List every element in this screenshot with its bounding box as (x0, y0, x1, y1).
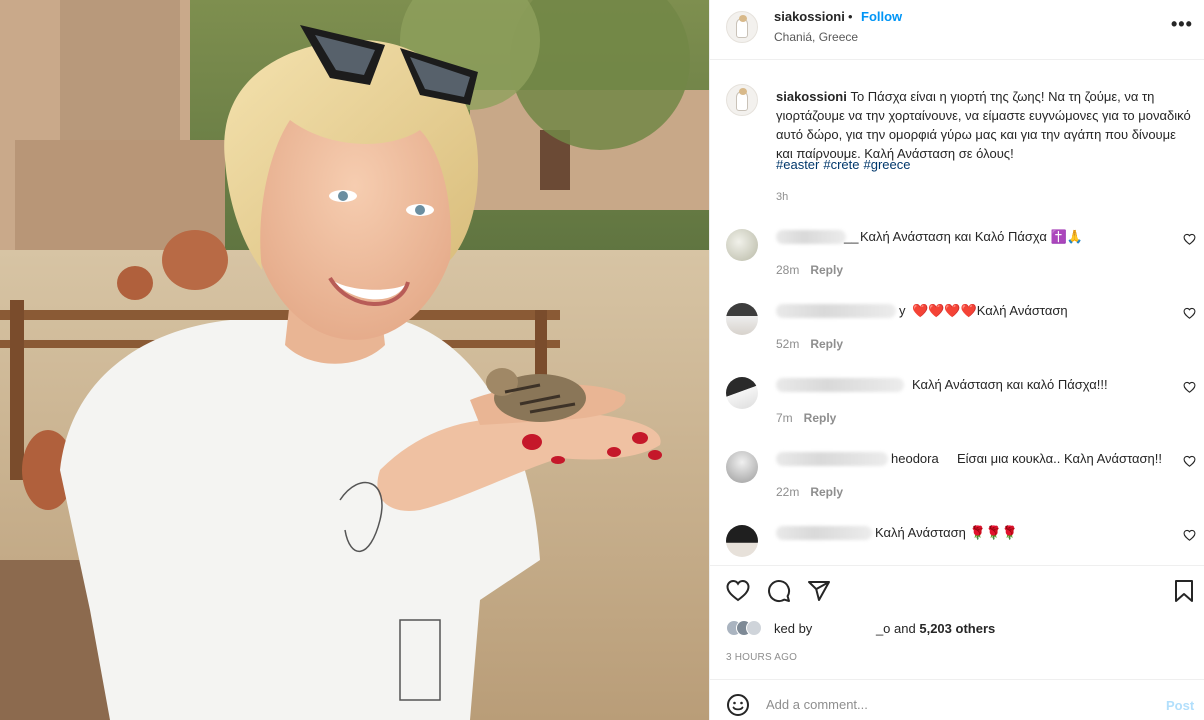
comment-item: Καλή Ανάσταση και καλό Πάσχα!!! 7m Reply (726, 377, 1196, 437)
comment-time[interactable]: 28m (776, 263, 799, 277)
likes-count[interactable]: 5,203 others (919, 621, 995, 636)
like-comment-heart-icon[interactable] (1183, 455, 1196, 467)
comment-text: Καλή Ανάσταση και καλό Πάσχα!!! (912, 377, 1108, 392)
emoji-smiley-icon[interactable] (726, 693, 750, 717)
post-comment-button[interactable]: Post (1166, 698, 1194, 713)
commenter-avatar[interactable] (726, 303, 758, 335)
comment-time[interactable]: 7m (776, 411, 793, 425)
post-image (0, 0, 709, 720)
liked-by-fragment: ked by (774, 621, 813, 636)
post-caption: siakossioni Το Πάσχα είναι η γιορτή της … (776, 87, 1196, 163)
comment-meta: 28m Reply (776, 263, 843, 277)
commenter-avatar[interactable] (726, 525, 758, 557)
add-comment-bar: Post (710, 684, 1204, 720)
comment-time[interactable]: 22m (776, 485, 799, 499)
posted-time[interactable]: 3 HOURS AGO (726, 652, 797, 663)
hashtags: #easter #crete #greece (776, 157, 915, 172)
separator-dot: • (848, 9, 853, 24)
commenter-avatar[interactable] (726, 229, 758, 261)
caption-time[interactable]: 3h (776, 191, 788, 203)
hashtag-easter[interactable]: #easter (776, 157, 819, 172)
hashtag-greece[interactable]: #greece (864, 157, 911, 172)
divider (710, 59, 1204, 60)
blurred-username (776, 526, 872, 540)
caption-username[interactable]: siakossioni (776, 89, 847, 104)
blurred-username (776, 452, 888, 466)
comment-item: __ Καλή Ανάσταση και Καλό Πάσχα ✝️🙏 28m R… (726, 229, 1196, 289)
post-header: siakossioni • Follow Chaniá, Greece ••• (710, 0, 1204, 59)
comment-item: Καλή Ανάσταση 🌹🌹🌹 (726, 525, 1196, 557)
blurred-username (776, 304, 896, 318)
blurred-username (776, 378, 904, 392)
like-comment-heart-icon[interactable] (1183, 233, 1196, 245)
commenter-username-fragment[interactable]: heodora (891, 451, 939, 466)
reply-button[interactable]: Reply (810, 485, 843, 499)
comment-text: Καλή Ανάσταση και Καλό Πάσχα ✝️🙏 (860, 229, 1083, 244)
hashtag-crete[interactable]: #crete (823, 157, 859, 172)
comment-text: ❤️❤️❤️❤️Καλή Ανάσταση (912, 303, 1068, 318)
post-detail-panel: siakossioni • Follow Chaniá, Greece ••• … (709, 0, 1204, 720)
commenter-username-fragment[interactable]: __ (844, 229, 858, 244)
likes-text: ked by _o and 5,203 others (774, 621, 995, 636)
comment-text: Είσαι μια κουκλα.. Καλη Ανάσταση!! (957, 451, 1163, 466)
author-username[interactable]: siakossioni (774, 9, 845, 24)
like-comment-heart-icon[interactable] (1183, 307, 1196, 319)
author-avatar[interactable] (726, 11, 758, 43)
reply-button[interactable]: Reply (804, 411, 837, 425)
commenter-avatar[interactable] (726, 451, 758, 483)
follow-button[interactable]: Follow (861, 9, 902, 24)
more-options-icon[interactable]: ••• (1171, 14, 1193, 35)
blurred-username (776, 230, 846, 244)
divider (710, 679, 1204, 680)
action-bar (710, 566, 1204, 614)
comment-item: heodora Είσαι μια κουκλα.. Καλη Ανάσταση… (726, 451, 1196, 511)
reply-button[interactable]: Reply (810, 337, 843, 351)
like-heart-icon[interactable] (726, 579, 750, 603)
comment-meta: 52m Reply (776, 337, 843, 351)
comment-meta: 22m Reply (776, 485, 843, 499)
like-comment-heart-icon[interactable] (1183, 381, 1196, 393)
comment-input[interactable] (766, 693, 1146, 715)
share-paper-plane-icon[interactable] (807, 579, 831, 603)
save-bookmark-icon[interactable] (1172, 579, 1196, 603)
liker-name-fragment[interactable]: _o (816, 621, 890, 636)
post-location[interactable]: Chaniá, Greece (774, 30, 858, 44)
comment-item: y ❤️❤️❤️❤️Καλή Ανάσταση 52m Reply (726, 303, 1196, 363)
commenter-username-fragment[interactable]: y (899, 303, 906, 318)
commenter-avatar[interactable] (726, 377, 758, 409)
reply-button[interactable]: Reply (810, 263, 843, 277)
like-comment-heart-icon[interactable] (1183, 529, 1196, 541)
comment-time[interactable]: 52m (776, 337, 799, 351)
comment-text: Καλή Ανάσταση 🌹🌹🌹 (875, 525, 1019, 540)
caption-avatar[interactable] (726, 84, 758, 116)
likes-and: and (894, 621, 916, 636)
post-photo[interactable] (0, 0, 709, 720)
comment-bubble-icon[interactable] (767, 579, 791, 603)
comment-meta: 7m Reply (776, 411, 836, 425)
